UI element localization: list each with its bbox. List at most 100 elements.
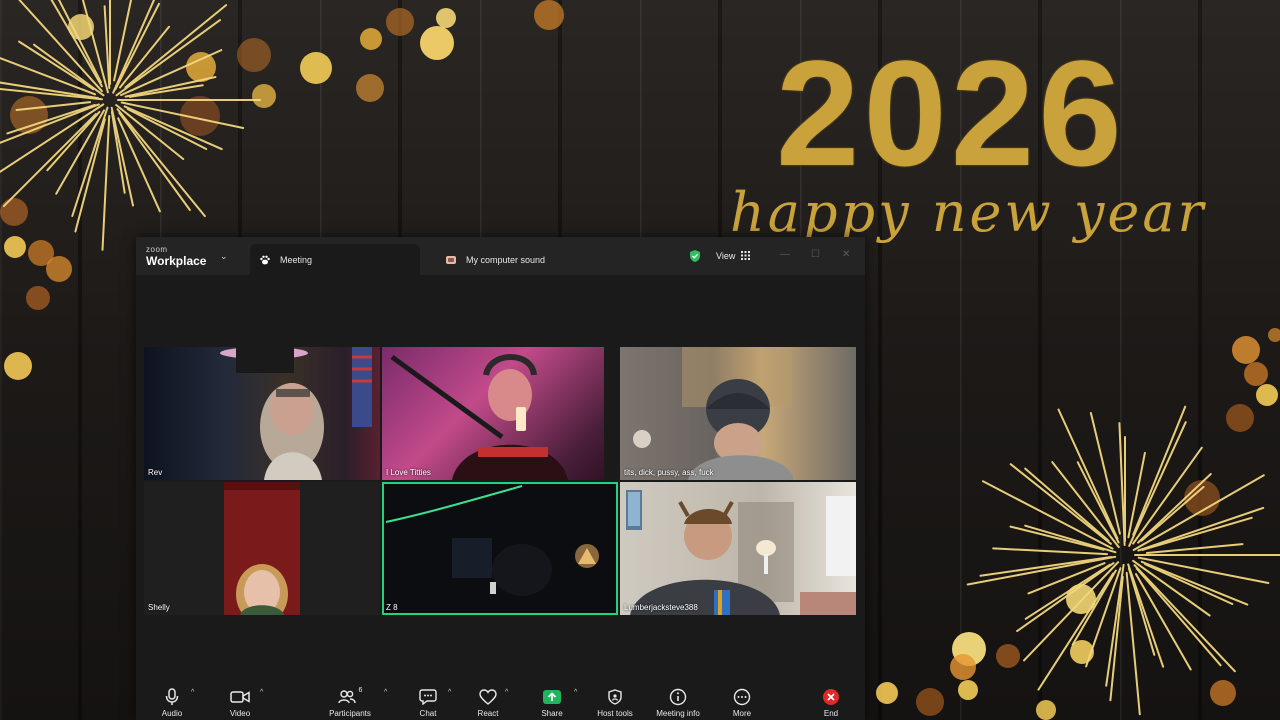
meeting-info-label: Meeting info xyxy=(656,709,700,718)
video-label: Video xyxy=(229,709,251,718)
participant-name: Lumberjacksteve388 xyxy=(624,603,698,612)
audio-button[interactable]: Audio xyxy=(154,682,190,720)
participants-label: Participants xyxy=(329,709,371,718)
firework-ray xyxy=(992,547,1108,556)
end-label: End xyxy=(823,709,839,718)
participant-video xyxy=(220,347,372,480)
meeting-toolbar: Audio ^ Video ^ 6 Participants ^ Chat ^ xyxy=(136,682,865,720)
participant-video xyxy=(626,490,856,615)
chat-label: Chat xyxy=(419,709,437,718)
firework-ray xyxy=(1135,567,1222,667)
firework-ray xyxy=(1024,563,1111,620)
firework-ray xyxy=(120,49,223,97)
zoom-workplace-logo[interactable]: zoom Workplace xyxy=(146,245,207,268)
firework-ray xyxy=(1071,569,1117,646)
participant-name: I Love Titties xyxy=(386,468,431,477)
share-label: Share xyxy=(541,709,563,718)
firework-ray xyxy=(1145,543,1244,554)
video-button[interactable]: Video xyxy=(222,682,258,720)
firework-ray xyxy=(1137,506,1265,552)
share-options-caret-icon[interactable]: ^ xyxy=(574,689,577,696)
info-icon xyxy=(669,687,687,707)
firework-ray xyxy=(18,40,95,91)
participants-count: 6 xyxy=(358,687,363,694)
happy-new-year-text: happy new year xyxy=(730,181,1207,244)
host-tools-button[interactable]: Host tools xyxy=(591,682,639,720)
more-icon xyxy=(733,687,751,707)
title-bar: zoom Workplace ⌄ Meeting My computer sou… xyxy=(136,237,865,275)
participant-name: Z 8 xyxy=(386,603,398,612)
participant-name: Shelly xyxy=(148,603,170,612)
firework-ray xyxy=(103,5,111,89)
meeting-info-button[interactable]: Meeting info xyxy=(650,682,706,720)
chevron-down-icon[interactable]: ⌄ xyxy=(220,251,228,262)
paw-icon xyxy=(258,253,272,267)
close-icon[interactable]: ✕ xyxy=(842,249,850,260)
chat-options-caret-icon[interactable]: ^ xyxy=(448,689,451,696)
video-options-caret-icon[interactable]: ^ xyxy=(260,689,263,696)
brand-zoom-text: zoom xyxy=(146,245,168,254)
more-button[interactable]: More xyxy=(724,682,760,720)
react-label: React xyxy=(477,709,499,718)
microphone-icon xyxy=(165,687,179,707)
firework-ray xyxy=(0,103,100,144)
firework-ray xyxy=(81,0,109,94)
more-label: More xyxy=(732,709,752,718)
firework-ray xyxy=(1009,525,1105,551)
firework-bottom-right xyxy=(966,405,1280,716)
maximize-icon[interactable]: ☐ xyxy=(811,249,820,260)
react-options-caret-icon[interactable]: ^ xyxy=(505,689,508,696)
react-button[interactable]: React xyxy=(470,682,506,720)
audio-options-caret-icon[interactable]: ^ xyxy=(191,689,194,696)
share-screen-icon xyxy=(543,687,561,707)
view-button[interactable]: View xyxy=(708,247,758,265)
chat-button[interactable]: Chat xyxy=(410,682,446,720)
shield-check-icon[interactable] xyxy=(688,249,702,263)
video-tile[interactable]: Rev xyxy=(144,347,380,480)
firework-ray xyxy=(124,4,228,89)
share-button[interactable]: Share xyxy=(534,682,570,720)
brand-workplace-text: Workplace xyxy=(146,254,207,268)
end-meeting-button[interactable]: End xyxy=(813,682,849,720)
video-tile[interactable]: tits, dick, pussy, ass, fuck xyxy=(620,347,856,480)
shield-icon xyxy=(608,687,622,707)
firework-ray xyxy=(126,108,208,150)
tab-meeting-label: Meeting xyxy=(280,254,313,265)
participants-icon: 6 xyxy=(337,687,363,707)
host-tools-label: Host tools xyxy=(597,709,633,718)
firework-ray xyxy=(1024,524,1117,554)
year-text: 2026 xyxy=(776,29,1126,197)
firework-ray xyxy=(1140,485,1205,542)
heart-icon xyxy=(479,687,497,707)
participant-video xyxy=(390,347,618,480)
firework-ray xyxy=(979,556,1113,577)
end-icon xyxy=(822,687,840,707)
participant-video xyxy=(633,347,794,480)
tab-computer-sound-label: My computer sound xyxy=(466,254,546,265)
firework-ray xyxy=(15,101,92,111)
tab-meeting[interactable]: Meeting xyxy=(250,244,420,275)
firework-ray xyxy=(1144,563,1234,605)
video-tile[interactable]: I Love Titties xyxy=(382,347,618,480)
firework-ray xyxy=(18,0,103,93)
participants-options-caret-icon[interactable]: ^ xyxy=(384,689,387,696)
firework-ray xyxy=(966,555,1117,586)
grid-icon xyxy=(741,250,751,262)
participants-button[interactable]: 6 Participants xyxy=(324,682,376,720)
camera-icon xyxy=(230,687,250,707)
tab-computer-sound[interactable]: My computer sound xyxy=(436,244,616,275)
participant-name: Rev xyxy=(148,468,163,477)
video-tile[interactable]: Shelly xyxy=(144,482,380,615)
video-tile[interactable]: Lumberjacksteve388 xyxy=(620,482,856,615)
firework-ray xyxy=(1133,564,1236,673)
chat-icon xyxy=(419,687,437,707)
video-tile-active-speaker[interactable]: Z 8 xyxy=(382,482,618,615)
firework-ray xyxy=(1057,408,1119,540)
firework-ray xyxy=(110,110,126,194)
firework-ray xyxy=(101,115,111,251)
minimize-icon[interactable]: — xyxy=(780,249,790,260)
firework-ray xyxy=(110,106,134,207)
participant-video xyxy=(385,485,599,596)
speaker-icon xyxy=(444,253,458,267)
firework-ray xyxy=(1118,422,1126,546)
